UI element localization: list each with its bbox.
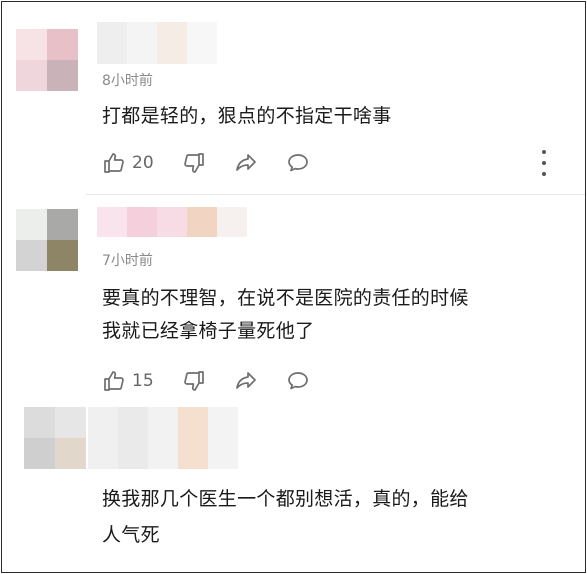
- avatar-pixel: [16, 240, 47, 271]
- like-button[interactable]: 15: [102, 369, 154, 393]
- like-button[interactable]: 20: [102, 151, 154, 175]
- like-count: 15: [132, 371, 154, 391]
- blur-block: [208, 407, 238, 469]
- blur-block: [157, 207, 187, 237]
- avatar[interactable]: [16, 29, 78, 91]
- thumbs-down-icon: [183, 371, 204, 391]
- share-button[interactable]: [234, 151, 258, 175]
- avatar-pixel: [47, 240, 78, 271]
- avatar[interactable]: [24, 407, 86, 469]
- like-count: 20: [132, 153, 154, 173]
- more-options-button[interactable]: [539, 150, 549, 176]
- avatar-pixel: [16, 29, 47, 60]
- divider: [86, 194, 585, 195]
- blur-block: [178, 407, 208, 469]
- comment-actions: 20: [102, 149, 338, 177]
- comment-text-line-1: 换我那几个医生一个都别想活，真的，能给: [102, 488, 469, 510]
- username-blurred[interactable]: [97, 22, 217, 64]
- blur-block: [217, 207, 247, 237]
- avatar-pixel: [55, 407, 86, 438]
- thumbs-up-icon: [104, 371, 124, 391]
- avatar-pixel: [47, 209, 78, 240]
- blur-block: [187, 22, 217, 64]
- avatar-pixel: [24, 438, 55, 469]
- avatar-pixel: [16, 209, 47, 240]
- avatar-pixel: [47, 60, 78, 91]
- username-blurred[interactable]: [97, 207, 247, 237]
- blur-block: [157, 22, 187, 64]
- comment-bubble-icon: [287, 154, 308, 172]
- blur-block: [118, 407, 148, 469]
- blur-block: [127, 207, 157, 237]
- more-vertical-icon: [542, 172, 546, 176]
- comment-list: 8小时前 打都是轻的，狠点的不指定干啥事 20 7小时前 要真的不理智，在说不是…: [1, 1, 586, 573]
- blur-block: [148, 407, 178, 469]
- avatar-pixel: [24, 407, 55, 438]
- thumbs-up-icon: [104, 153, 124, 173]
- avatar-pixel: [47, 29, 78, 60]
- avatar[interactable]: [16, 209, 78, 271]
- share-icon: [235, 372, 256, 389]
- blur-block: [97, 22, 127, 64]
- comment-text-line-2: 人气死: [102, 524, 160, 546]
- comment-bubble-icon: [287, 372, 308, 390]
- reply-button[interactable]: [286, 369, 310, 393]
- comment-text-line-2: 我就已经拿椅子量死他了: [102, 320, 315, 342]
- share-icon: [235, 154, 256, 171]
- reply-button[interactable]: [286, 151, 310, 175]
- blur-block: [97, 207, 127, 237]
- more-vertical-icon: [542, 161, 546, 165]
- dislike-button[interactable]: [182, 151, 206, 175]
- username-blurred[interactable]: [88, 407, 238, 469]
- avatar-pixel: [16, 60, 47, 91]
- blur-block: [127, 22, 157, 64]
- comment-text-line-1: 要真的不理智，在说不是医院的责任的时候: [102, 287, 469, 309]
- avatar-pixel: [55, 438, 86, 469]
- more-vertical-icon: [542, 150, 546, 154]
- comment-time: 7小时前: [102, 253, 153, 269]
- comment-text: 打都是轻的，狠点的不指定干啥事: [102, 105, 392, 127]
- comment-actions: 15: [102, 367, 338, 395]
- share-button[interactable]: [234, 369, 258, 393]
- dislike-button[interactable]: [182, 369, 206, 393]
- blur-block: [187, 207, 217, 237]
- thumbs-down-icon: [183, 153, 204, 173]
- blur-block: [88, 407, 118, 469]
- comment-time: 8小时前: [102, 73, 153, 89]
